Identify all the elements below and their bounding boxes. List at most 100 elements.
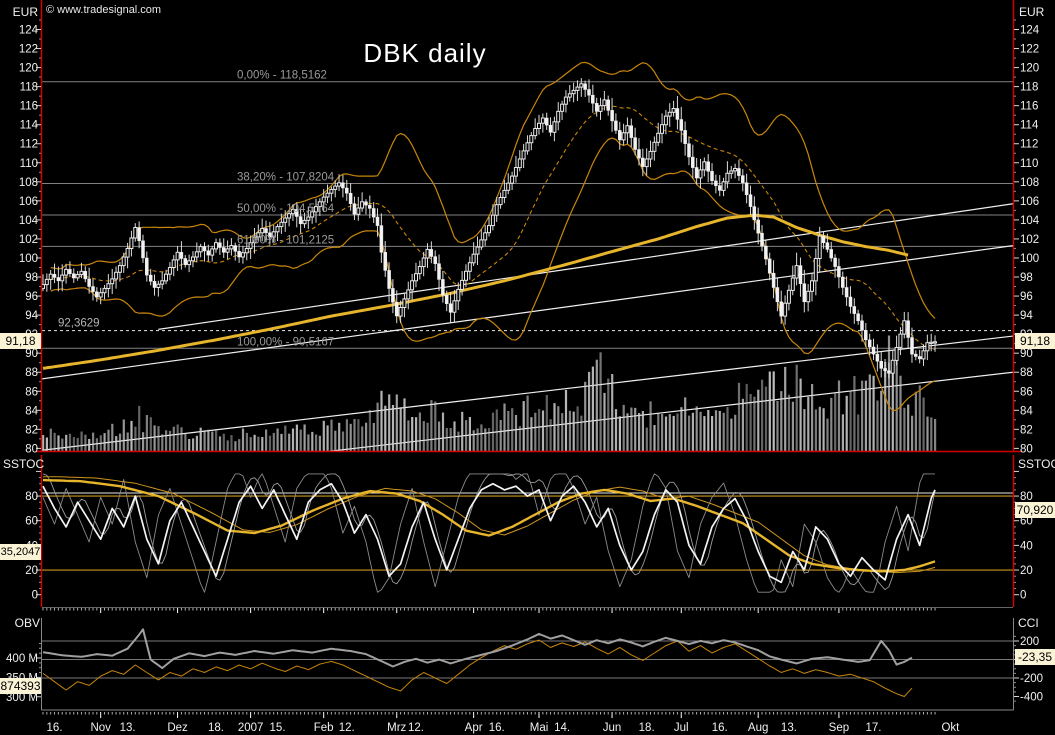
- sstoc-value-box-left: 35,2047: [0, 544, 41, 560]
- candles-series: [42, 78, 937, 386]
- chart-canvas[interactable]: 0,00% - 118,5162 38,20% - 107,8204 50,00% …: [0, 0, 1055, 735]
- svg-text:13.: 13.: [120, 722, 136, 734]
- svg-text:Okt: Okt: [941, 722, 960, 734]
- svg-text:Aug: Aug: [748, 722, 768, 734]
- svg-text:118: 118: [20, 82, 38, 94]
- svg-text:16.: 16.: [712, 722, 728, 734]
- main-price-panel: [42, 82, 1013, 349]
- svg-text:20: 20: [25, 565, 38, 577]
- svg-text:18.: 18.: [208, 722, 224, 734]
- svg-text:84: 84: [1020, 405, 1033, 417]
- svg-text:116: 116: [20, 101, 38, 113]
- date-axis-labels: 16.Nov13.Dez18.200715.Feb12.Mrz12.Apr16.…: [47, 722, 961, 734]
- svg-text:-400: -400: [1020, 692, 1043, 704]
- obv-cci-panel: [42, 629, 1013, 696]
- svg-text:80: 80: [25, 491, 38, 503]
- svg-text:88: 88: [25, 367, 38, 379]
- right-axis-currency: EUR: [1019, 5, 1044, 19]
- svg-text:120: 120: [19, 63, 38, 75]
- svg-text:114: 114: [1020, 120, 1039, 132]
- svg-text:96: 96: [1020, 291, 1033, 303]
- svg-text:122: 122: [19, 44, 38, 56]
- svg-text:124: 124: [19, 25, 39, 37]
- svg-text:88: 88: [1020, 367, 1033, 379]
- svg-text:116: 116: [1020, 101, 1038, 113]
- svg-text:96: 96: [25, 291, 38, 303]
- cci-panel-title: CCI: [1018, 616, 1039, 630]
- svg-text:Apr: Apr: [465, 722, 483, 734]
- svg-text:118: 118: [1020, 82, 1038, 94]
- svg-text:112: 112: [1020, 139, 1038, 151]
- sstoc-panel-title-left: SSTOC: [3, 457, 44, 471]
- svg-text:108: 108: [19, 177, 38, 189]
- svg-text:20: 20: [1020, 565, 1033, 577]
- svg-text:60: 60: [25, 516, 38, 528]
- svg-text:82: 82: [1020, 424, 1033, 436]
- svg-text:12.: 12.: [339, 722, 355, 734]
- svg-text:50,00% - 104,5164: 50,00% - 104,5164: [237, 203, 335, 215]
- svg-text:16.: 16.: [47, 722, 63, 734]
- svg-text:112: 112: [20, 139, 38, 151]
- svg-text:Feb: Feb: [314, 722, 334, 734]
- svg-text:Mrz: Mrz: [387, 722, 406, 734]
- svg-text:15.: 15.: [270, 722, 286, 734]
- svg-text:100: 100: [1020, 253, 1039, 265]
- svg-text:94: 94: [1020, 310, 1033, 322]
- volume-bars: [42, 336, 936, 452]
- svg-text:100,00% - 90,5167: 100,00% - 90,5167: [237, 336, 334, 348]
- sstoc-value-box-right: 70,920: [1015, 502, 1055, 518]
- svg-text:-200: -200: [1020, 673, 1043, 685]
- bollinger-bands: [51, 62, 935, 410]
- svg-text:86: 86: [1020, 386, 1033, 398]
- svg-text:84: 84: [25, 405, 38, 417]
- svg-text:86: 86: [25, 386, 38, 398]
- svg-text:0: 0: [32, 590, 38, 602]
- last-price-box-right: 91,18: [1015, 333, 1055, 349]
- svg-text:92,3629: 92,3629: [58, 318, 100, 330]
- svg-text:94: 94: [25, 310, 38, 322]
- svg-text:Jul: Jul: [674, 722, 689, 734]
- left-axis-currency: EUR: [0, 5, 38, 19]
- svg-text:200: 200: [1020, 636, 1039, 648]
- obv-panel-title: OBV: [0, 616, 40, 630]
- sstoc-panel-title-right: SSTOC: [1018, 457, 1055, 471]
- svg-text:61,80% - 101,2125: 61,80% - 101,2125: [237, 234, 334, 246]
- svg-text:0,00% - 118,5162: 0,00% - 118,5162: [237, 70, 327, 82]
- svg-text:98: 98: [25, 272, 38, 284]
- svg-text:102: 102: [19, 234, 38, 246]
- svg-text:80: 80: [1020, 443, 1033, 455]
- svg-text:120: 120: [1020, 63, 1039, 75]
- svg-text:90: 90: [1020, 348, 1033, 360]
- svg-text:122: 122: [1020, 44, 1039, 56]
- svg-text:106: 106: [1020, 196, 1039, 208]
- svg-text:12.: 12.: [408, 722, 424, 734]
- svg-text:Jun: Jun: [603, 722, 622, 734]
- svg-text:102: 102: [1020, 234, 1039, 246]
- svg-text:124: 124: [1020, 25, 1040, 37]
- cci-value-box: -23,35: [1015, 649, 1055, 665]
- svg-text:80: 80: [25, 443, 38, 455]
- svg-text:Sep: Sep: [829, 722, 849, 734]
- svg-text:104: 104: [19, 215, 39, 227]
- svg-text:98: 98: [1020, 272, 1033, 284]
- svg-text:100: 100: [19, 253, 38, 265]
- svg-text:2007: 2007: [238, 722, 264, 734]
- svg-text:0: 0: [1020, 590, 1026, 602]
- copyright: © www.tradesignal.com: [46, 4, 161, 16]
- svg-text:110: 110: [1020, 158, 1038, 170]
- svg-text:400 M: 400 M: [6, 653, 38, 665]
- svg-text:Mai: Mai: [530, 722, 549, 734]
- tradesignal-chart-window: 0,00% - 118,5162 38,20% - 107,8204 50,00% …: [0, 0, 1055, 735]
- svg-text:110: 110: [20, 158, 38, 170]
- svg-text:17.: 17.: [866, 722, 882, 734]
- svg-text:106: 106: [19, 196, 38, 208]
- svg-text:114: 114: [20, 120, 39, 132]
- svg-text:108: 108: [1020, 177, 1039, 189]
- svg-text:82: 82: [25, 424, 38, 436]
- svg-text:Nov: Nov: [90, 722, 111, 734]
- svg-text:13.: 13.: [781, 722, 797, 734]
- svg-text:Dez: Dez: [167, 722, 188, 734]
- svg-text:14.: 14.: [554, 722, 570, 734]
- svg-text:38,20% - 107,8204: 38,20% - 107,8204: [237, 172, 335, 184]
- svg-text:16.: 16.: [489, 722, 505, 734]
